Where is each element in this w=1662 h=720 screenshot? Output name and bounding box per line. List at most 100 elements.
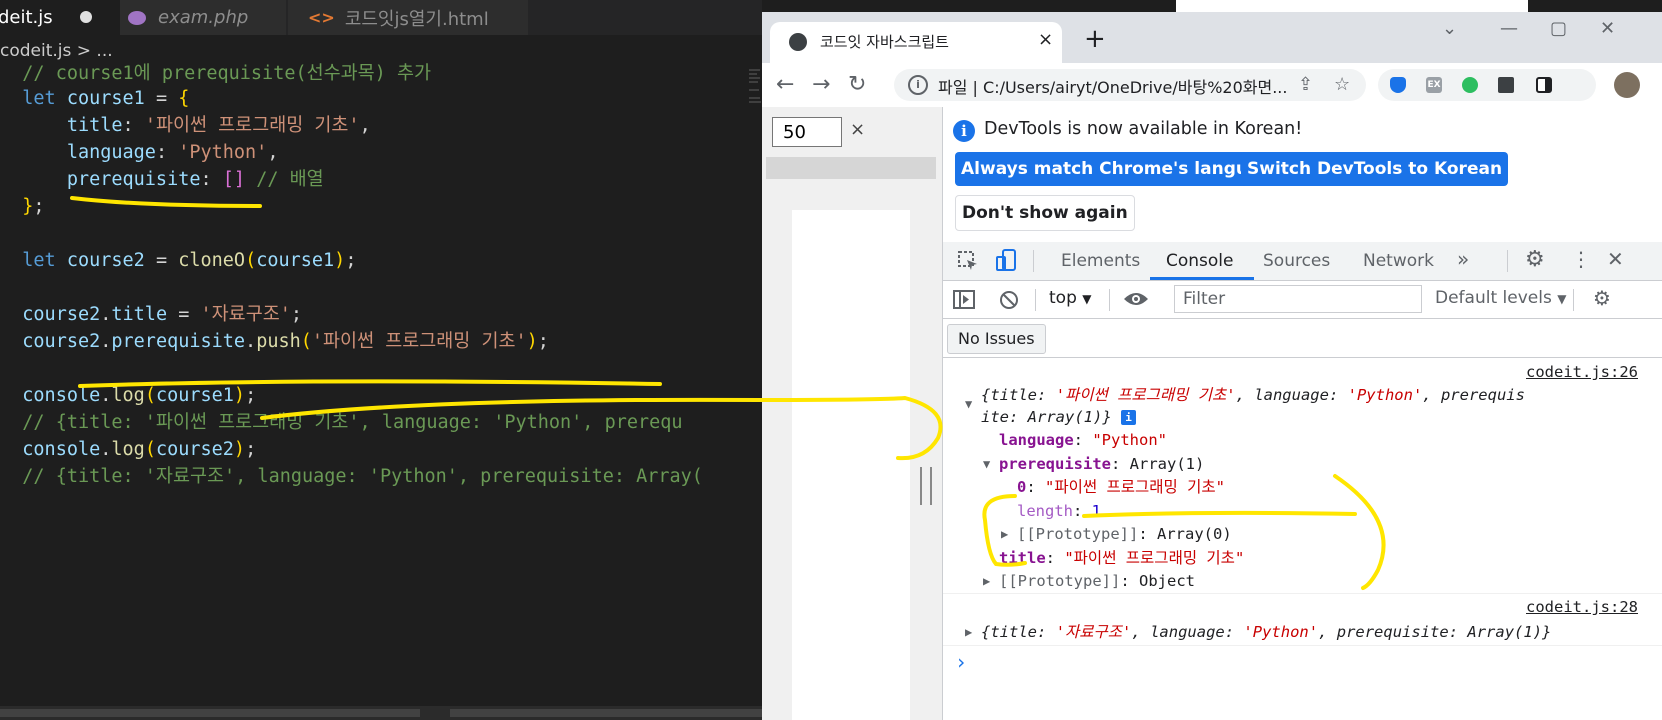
expand-triangle-icon: ▼ bbox=[965, 397, 973, 411]
ex-extension-icon[interactable]: EX bbox=[1426, 77, 1442, 93]
source-link[interactable]: codeit.js:26 bbox=[1526, 363, 1638, 381]
back-arrow-icon[interactable]: ← bbox=[776, 72, 794, 97]
collapsed-triangle-icon: ▶ bbox=[965, 625, 973, 639]
always-match-language-button[interactable]: Always match Chrome's language bbox=[955, 152, 1290, 186]
code-editor: deit.js exam.php <> 코드잇js열기.html codeit.… bbox=[0, 0, 762, 720]
panel-resize-handle[interactable] bbox=[920, 467, 932, 505]
tab-html-file[interactable]: <> 코드잇js열기.html bbox=[288, 0, 528, 35]
no-issues-button[interactable]: No Issues bbox=[947, 324, 1046, 354]
tab-console[interactable]: Console bbox=[1166, 251, 1234, 271]
more-options-icon[interactable]: ⋮ bbox=[1571, 247, 1591, 271]
info-badge-icon: i bbox=[1121, 410, 1137, 425]
shield-extension-icon[interactable] bbox=[1390, 77, 1406, 93]
close-tab-icon[interactable]: × bbox=[1038, 29, 1053, 50]
code-line-11: course2.prerequisite.push('파이썬 프로그래밍 기초'… bbox=[22, 331, 549, 352]
forward-arrow-icon[interactable]: → bbox=[812, 72, 830, 97]
source-link[interactable]: codeit.js:28 bbox=[1526, 598, 1638, 616]
url-path: C:/Users/airyt/OneDrive/바탕%20화면... bbox=[983, 78, 1288, 97]
puzzle-extensions-icon[interactable] bbox=[1498, 77, 1514, 93]
editor-tab-bar: deit.js exam.php <> 코드잇js열기.html bbox=[0, 0, 762, 35]
tab-label: 코드잇js열기.html bbox=[344, 8, 489, 30]
code-line-8: let course2 = cloneO(course1); bbox=[22, 250, 357, 271]
close-window-icon[interactable]: ✕ bbox=[1600, 18, 1615, 39]
background-strip bbox=[762, 0, 1662, 12]
tab-sources[interactable]: Sources bbox=[1263, 251, 1330, 271]
device-toolbar-icon[interactable] bbox=[995, 248, 1019, 274]
collapsed-triangle-icon: ▶ bbox=[983, 574, 991, 588]
language-banner: i DevTools is now available in Korean! A… bbox=[943, 107, 1662, 243]
php-elephant-icon bbox=[128, 10, 146, 25]
gray-bar bbox=[766, 157, 936, 179]
issues-bar: No Issues bbox=[943, 319, 1662, 358]
code-line-1: // course1에 prerequisite(선수과목) 추가 bbox=[0, 63, 432, 84]
banner-message: DevTools is now available in Korean! bbox=[984, 119, 1303, 139]
url-scheme: 파일 bbox=[938, 78, 968, 97]
tab-elements[interactable]: Elements bbox=[1061, 251, 1140, 271]
evernote-extension-icon[interactable] bbox=[1462, 77, 1478, 93]
object-summary-line[interactable]: ▶ {title: '자료구조', language: 'Python', pre… bbox=[965, 621, 1551, 643]
prop-prerequisite[interactable]: ▼ prerequisite: Array(1) bbox=[983, 453, 1204, 475]
tab-exam-php[interactable]: exam.php bbox=[120, 0, 286, 35]
minimize-icon[interactable]: — bbox=[1500, 18, 1518, 39]
chrome-window: 코드잇 자바스크립트 × + ⌄ — ▢ ✕ ← → ↻ i 파일 | C:/U… bbox=[762, 12, 1662, 720]
extensions-group: EX bbox=[1378, 69, 1596, 101]
profile-avatar[interactable] bbox=[1614, 72, 1640, 98]
code-line-16: // {title: '자료구조', language: 'Python', p… bbox=[0, 466, 703, 487]
code-line-4: language: 'Python', bbox=[66, 142, 279, 163]
code-line-2: let course1 = { bbox=[22, 88, 190, 109]
code-line-10: course2.title = '자료구조'; bbox=[22, 304, 303, 325]
new-tab-button[interactable]: + bbox=[1084, 24, 1106, 54]
clear-icon[interactable]: × bbox=[850, 119, 865, 140]
code-line-6: }; bbox=[22, 196, 45, 217]
switch-to-korean-button[interactable]: Switch DevTools to Korean bbox=[1241, 152, 1509, 186]
dont-show-again-button[interactable]: Don't show again bbox=[955, 195, 1135, 231]
array-item-0: 0: "파이썬 프로그래밍 기초" bbox=[1017, 478, 1225, 496]
console-settings-icon[interactable]: ⚙ bbox=[1593, 286, 1611, 310]
console-toolbar: top ▼ Filter Default levels ▼ ⚙ bbox=[943, 281, 1662, 319]
browser-tab[interactable]: 코드잇 자바스크립트 × bbox=[770, 22, 1062, 63]
prop-language: language: "Python" bbox=[999, 431, 1167, 449]
expand-triangle-icon: ▼ bbox=[983, 457, 991, 471]
scrollbar-thumb[interactable] bbox=[450, 709, 762, 717]
tab-network[interactable]: Network bbox=[1363, 251, 1434, 271]
console-output: codeit.js:26 ▼ {title: '파이썬 프로그래밍 기초', la… bbox=[943, 358, 1662, 720]
console-prompt[interactable]: › bbox=[955, 651, 967, 673]
close-devtools-icon[interactable]: ✕ bbox=[1607, 247, 1624, 271]
bookmark-star-icon[interactable]: ☆ bbox=[1334, 74, 1350, 95]
more-tabs-icon[interactable]: » bbox=[1457, 247, 1469, 271]
number-input[interactable]: 50 bbox=[772, 117, 842, 147]
object-prototype[interactable]: ▶ [[Prototype]]: Object bbox=[983, 570, 1195, 592]
browser-tab-title: 코드잇 자바스크립트 bbox=[820, 33, 949, 51]
address-bar[interactable]: i 파일 | C:/Users/airyt/OneDrive/바탕%20화면..… bbox=[894, 69, 1366, 101]
minimap[interactable] bbox=[748, 66, 762, 126]
share-icon[interactable]: ⇪ bbox=[1298, 74, 1313, 95]
tab-codeit-js[interactable]: deit.js bbox=[0, 0, 120, 35]
inspect-element-icon[interactable] bbox=[957, 250, 979, 272]
clear-console-icon[interactable] bbox=[998, 289, 1020, 311]
object-summary-wrap: ite: Array(1)} i bbox=[981, 406, 1137, 428]
devtools-tab-bar: Elements Console Sources Network » ⚙ ⋮ ✕ bbox=[943, 242, 1662, 281]
side-panel-icon[interactable] bbox=[1536, 77, 1552, 93]
array-prototype[interactable]: ▶ [[Prototype]]: Array(0) bbox=[1001, 523, 1232, 545]
sidebar-toggle-icon[interactable] bbox=[953, 289, 977, 311]
tab-search-chevron-icon[interactable]: ⌄ bbox=[1442, 18, 1457, 39]
tab-label: deit.js bbox=[0, 7, 53, 28]
levels-label: Default levels bbox=[1435, 288, 1552, 308]
unsaved-dot-icon[interactable] bbox=[80, 11, 92, 23]
separator bbox=[1035, 289, 1036, 311]
eye-icon[interactable] bbox=[1123, 290, 1149, 308]
default-levels-dropdown[interactable]: Default levels ▼ bbox=[1435, 288, 1566, 308]
site-info-icon[interactable]: i bbox=[908, 75, 928, 95]
globe-icon bbox=[789, 33, 807, 51]
reload-icon[interactable]: ↻ bbox=[848, 72, 866, 97]
object-summary-line[interactable]: ▼ {title: '파이썬 프로그래밍 기초', language: 'Pyth… bbox=[965, 384, 1525, 411]
scrollbar-thumb[interactable] bbox=[0, 709, 420, 717]
code-line-3: title: '파이썬 프로그래밍 기초', bbox=[66, 115, 371, 136]
separator bbox=[1109, 289, 1110, 311]
address-text: 파일 | C:/Users/airyt/OneDrive/바탕%20화면... bbox=[938, 78, 1288, 97]
tab-label: exam.php bbox=[158, 7, 249, 28]
maximize-icon[interactable]: ▢ bbox=[1550, 18, 1567, 39]
filter-input[interactable]: Filter bbox=[1174, 285, 1422, 313]
context-selector[interactable]: top ▼ bbox=[1049, 288, 1092, 308]
settings-gear-icon[interactable]: ⚙ bbox=[1525, 247, 1545, 272]
